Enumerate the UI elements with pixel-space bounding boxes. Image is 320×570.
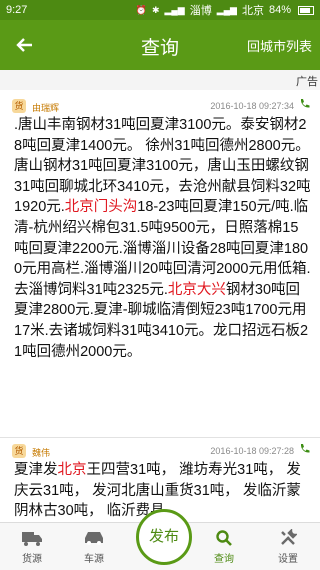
tab-settings[interactable]: 设置 — [258, 526, 318, 565]
carrier-label: 淄博 — [189, 5, 212, 17]
tab-cargo[interactable]: 货源 — [2, 526, 62, 565]
message-timestamp: 2016-10-18 09:27:28 — [210, 446, 294, 456]
tab-label: 货源 — [22, 554, 42, 565]
ad-strip[interactable]: 广告 — [0, 70, 320, 90]
status-bar: 9:27 ⏰ ✱ ▂▄▆ 淄博 ▂▄▆ 北京 84% — [0, 0, 320, 20]
highlight-location: 北京门头沟 — [64, 199, 138, 216]
tab-label: 查询 — [214, 554, 234, 565]
tab-label: 车源 — [84, 554, 104, 565]
message-header: 货 由瑞辉 2016-10-18 09:27:34 — [8, 95, 316, 115]
message-timestamp: 2016-10-18 09:27:34 — [210, 101, 294, 111]
tab-label: 设置 — [278, 554, 298, 565]
settings-icon — [258, 526, 318, 550]
signal-icon: ▂▄▆ — [164, 4, 185, 15]
car-icon — [64, 526, 124, 550]
status-icons: ⏰ ✱ ▂▄▆ 淄博 ▂▄▆ 北京 84% — [136, 2, 314, 18]
alarm-icon: ⏰ — [135, 4, 147, 15]
phone-icon[interactable] — [298, 443, 312, 457]
battery-level: 84% — [268, 4, 291, 16]
message-header: 货 魏伟 2016-10-18 09:27:28 — [8, 440, 316, 460]
cargo-avatar-icon: 货 — [12, 444, 26, 458]
message-body: .唐山丰南钢材31吨回夏津3100元。泰安钢材28吨回夏津1400元。 徐州31… — [8, 115, 316, 362]
location-label: 北京 — [241, 5, 264, 17]
publish-button[interactable]: 发布 — [136, 509, 192, 565]
highlight-location: 北京大兴 — [167, 281, 226, 298]
message-card-1[interactable]: 货 由瑞辉 2016-10-18 09:27:34 .唐山丰南钢材31吨回夏津3… — [8, 95, 316, 363]
cargo-avatar-icon: 货 — [12, 99, 26, 113]
app-header: 查询 回城市列表 — [0, 20, 320, 70]
truck-icon — [2, 526, 62, 550]
tab-search[interactable]: 查询 — [194, 526, 254, 565]
bluetooth-icon: ✱ — [151, 4, 160, 15]
highlight-location: 北京 — [57, 462, 87, 478]
ad-label: 广告 — [296, 76, 318, 88]
battery-icon — [298, 5, 314, 15]
bottom-tab-bar: 货源 车源 发布 查询 设置 — [0, 509, 320, 570]
phone-icon[interactable] — [298, 98, 312, 112]
status-time: 9:27 — [6, 4, 28, 16]
signal-icon-2: ▂▄▆ — [216, 4, 237, 15]
tab-vehicles[interactable]: 车源 — [64, 526, 124, 565]
message-divider — [0, 437, 320, 438]
author-name: 魏伟 — [32, 448, 51, 458]
search-icon — [194, 526, 254, 550]
author-name: 由瑞辉 — [32, 103, 60, 113]
message-text: 夏津发 — [14, 462, 58, 478]
city-list-button[interactable]: 回城市列表 — [247, 36, 312, 55]
